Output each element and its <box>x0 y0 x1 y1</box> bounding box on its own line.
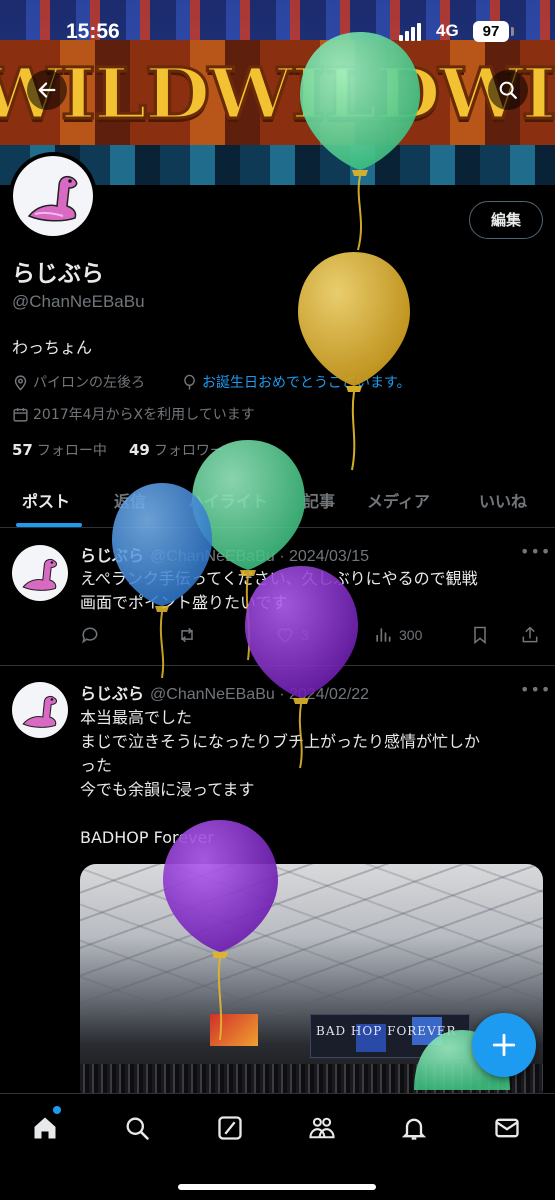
tab-likes[interactable]: いいね <box>479 488 527 512</box>
messages-icon <box>495 1118 519 1138</box>
tab-media[interactable]: メディア <box>367 488 430 512</box>
plus-icon <box>492 1033 516 1057</box>
post-divider <box>0 665 555 666</box>
post-more-button[interactable]: ••• <box>520 542 551 561</box>
nav-notifications[interactable] <box>396 1112 432 1144</box>
birthday-link[interactable]: お誕生日おめでとうございます。 <box>202 372 411 392</box>
post-actions: 3 300 <box>0 625 555 649</box>
nav-search[interactable] <box>119 1112 155 1144</box>
search-icon <box>499 81 517 99</box>
balloon-icon <box>184 374 195 390</box>
followers-link[interactable]: 49 フォロワー <box>129 440 224 460</box>
home-indicator[interactable] <box>178 1184 376 1190</box>
followers-label: フォロワー <box>153 443 224 459</box>
pink-creature-avatar <box>22 558 58 591</box>
views-button[interactable]: 300 <box>373 625 422 645</box>
tab-posts[interactable]: ポスト <box>22 488 70 512</box>
profile-birthday[interactable]: お誕生日おめでとうございます。 <box>181 372 411 392</box>
nav-communities[interactable] <box>304 1112 340 1144</box>
notification-dot <box>53 1106 61 1114</box>
post-handle-date: @ChanNeEBaBu · 2024/02/22 <box>150 686 370 703</box>
signal-icon <box>399 23 423 41</box>
bookmark-button[interactable] <box>470 625 490 645</box>
network-type: 4G <box>436 21 459 40</box>
calendar-icon <box>13 407 28 422</box>
post-text: 本当最高でした まじで泣きそうになったりブチ上がったり感情が忙しか った 今でも… <box>80 708 481 847</box>
pink-creature-avatar <box>22 695 58 728</box>
search-icon <box>126 1117 149 1140</box>
post-author[interactable]: らじぶら <box>80 546 144 565</box>
media-stage-text: BAD HOP FOREVER <box>316 1024 457 1038</box>
following-count: 57 <box>12 441 33 459</box>
notifications-icon <box>401 1118 427 1140</box>
following-label: フォロー中 <box>36 443 107 459</box>
post-avatar[interactable] <box>12 545 68 601</box>
location-pin-icon <box>14 374 27 391</box>
grok-icon <box>218 1116 242 1140</box>
profile-tabs: ポスト 返信 ハイライト 記事 メディア いいね <box>0 474 555 528</box>
share-icon <box>522 626 538 643</box>
nav-messages[interactable] <box>489 1112 525 1144</box>
nav-home[interactable] <box>27 1112 63 1144</box>
back-button[interactable] <box>27 70 67 110</box>
profile-avatar[interactable] <box>9 152 97 240</box>
bookmark-icon <box>474 626 486 645</box>
battery-level: 97 <box>473 21 509 42</box>
profile-bio: わっちょん <box>12 338 93 357</box>
view-count: 300 <box>399 627 423 643</box>
post-avatar[interactable] <box>12 682 68 738</box>
analytics-icon <box>376 628 391 642</box>
nav-grok[interactable] <box>212 1112 248 1144</box>
battery-icon <box>511 27 514 36</box>
repost-icon <box>181 627 193 643</box>
post-author[interactable]: らじぶら <box>80 684 144 703</box>
status-time: 15:56 <box>66 20 120 43</box>
compose-post-button[interactable] <box>472 1013 536 1077</box>
like-button[interactable]: 3 <box>275 625 309 645</box>
heart-icon <box>277 628 293 643</box>
search-button[interactable] <box>488 70 528 110</box>
share-button[interactable] <box>520 625 540 645</box>
pink-creature-avatar <box>27 175 78 222</box>
followers-count: 49 <box>129 441 150 459</box>
profile-location: パイロンの左後ろ <box>12 372 145 392</box>
following-link[interactable]: 57 フォロー中 <box>12 440 107 460</box>
edit-profile-button[interactable]: 編集 <box>469 201 543 239</box>
arrow-left-icon <box>38 82 56 98</box>
post-more-button[interactable]: ••• <box>520 680 551 699</box>
post-media-image[interactable]: BAD HOP FOREVER <box>80 864 543 1104</box>
active-tab-indicator <box>16 523 82 527</box>
post-handle-date: @ChanNeEBaBu · 2024/03/15 <box>150 548 370 565</box>
joined-text: 2017年4月からXを利用しています <box>33 407 255 423</box>
balloon-yellow <box>298 252 410 471</box>
repost-button[interactable] <box>176 625 198 645</box>
like-count: 3 <box>301 627 309 643</box>
tab-replies[interactable]: 返信 <box>114 488 146 512</box>
status-bar: 15:56 4G 97 <box>0 0 555 66</box>
home-icon <box>34 1117 56 1139</box>
tab-highlights[interactable]: ハイライト <box>188 488 268 512</box>
profile-joined: 2017年4月からXを利用しています <box>12 404 255 424</box>
reply-button[interactable] <box>80 625 100 645</box>
post-header: らじぶら @ChanNeEBaBu · 2024/02/22 <box>80 680 369 704</box>
profile-handle: @ChanNeEBaBu <box>12 292 145 311</box>
communities-icon <box>309 1117 335 1139</box>
tab-articles[interactable]: 記事 <box>303 488 335 512</box>
reply-icon <box>82 627 98 644</box>
post-text: えぺランク手伝ってください、久しぶりにやるので観戦 画面でポイント盛りたいです <box>80 569 478 612</box>
profile-name: らじぶら <box>12 261 104 287</box>
post-header: らじぶら @ChanNeEBaBu · 2024/03/15 <box>80 542 369 566</box>
location-text: パイロンの左後ろ <box>33 375 145 391</box>
